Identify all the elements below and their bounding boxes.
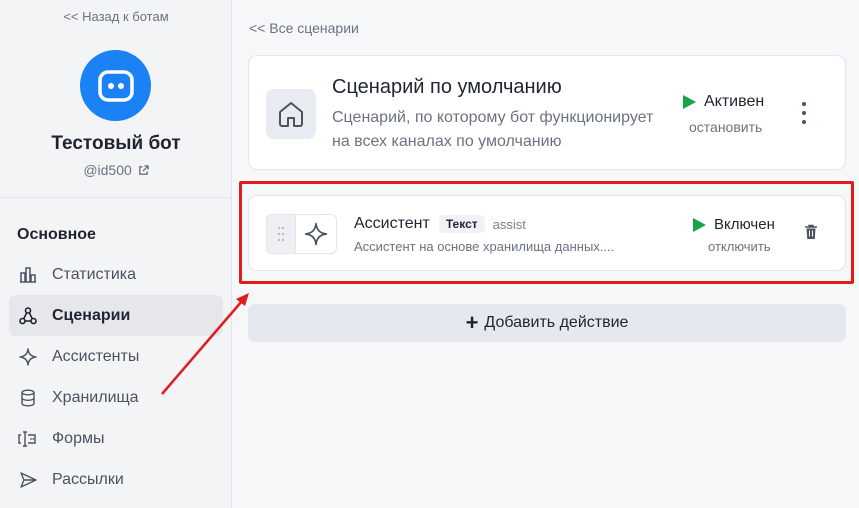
bar-chart-icon <box>18 265 38 285</box>
sitemap-icon <box>18 306 38 326</box>
sparkle-icon <box>304 222 328 246</box>
sidebar-item-label: Ассистенты <box>52 347 140 365</box>
bot-name: Тестовый бот <box>51 133 181 154</box>
sidebar: << Назад к ботам Тестовый бот @id500 Осн… <box>0 0 232 508</box>
sidebar-item-mailings[interactable]: Рассылки <box>9 459 223 500</box>
scenario-description: Сценарий, по которому бот функционирует … <box>332 109 654 150</box>
stop-link[interactable]: остановить <box>689 119 762 135</box>
sidebar-item-label: Рассылки <box>52 470 124 488</box>
default-scenario-card[interactable]: Сценарий по умолчанию Сценарий, по котор… <box>248 55 846 170</box>
external-link-icon <box>138 165 149 175</box>
back-to-scenarios-link[interactable]: << Все сценарии <box>249 20 359 36</box>
sidebar-item-forms[interactable]: Формы <box>9 418 223 459</box>
play-icon <box>683 95 696 109</box>
scenario-title: Сценарий по умолчанию <box>332 76 562 98</box>
drag-handle-icon[interactable] <box>266 214 296 254</box>
bot-id-text: @id500 <box>83 162 132 178</box>
sidebar-item-scenarios[interactable]: Сценарии <box>9 295 223 336</box>
sidebar-item-label: Формы <box>52 429 105 447</box>
sidebar-item-assistants[interactable]: Ассистенты <box>9 336 223 377</box>
section-title: Основное <box>17 226 96 243</box>
status-enabled: Включен <box>693 216 775 233</box>
sidebar-item-label: Хранилища <box>52 388 139 406</box>
bot-id-link[interactable]: @id500 <box>0 162 232 178</box>
assistant-tag: assist <box>492 216 526 232</box>
app: << Назад к ботам Тестовый бот @id500 Осн… <box>0 0 859 508</box>
home-tile <box>266 89 316 139</box>
more-options-icon[interactable] <box>797 102 811 124</box>
assistant-tile <box>295 214 337 254</box>
database-icon <box>18 388 38 408</box>
disable-link[interactable]: отключить <box>708 239 771 254</box>
status-label: Активен <box>704 93 765 110</box>
type-badge: Текст <box>438 215 485 233</box>
assistant-description: Ассистент на основе хранилища данных.... <box>354 239 615 254</box>
sidebar-item-storages[interactable]: Хранилища <box>9 377 223 418</box>
play-icon <box>693 217 706 232</box>
sidebar-nav: Статистика Сценарии Ассистенты Хранилища <box>9 254 223 500</box>
back-to-bots-link[interactable]: << Назад к ботам <box>0 9 232 24</box>
home-icon <box>279 102 303 127</box>
form-icon <box>18 429 38 449</box>
send-icon <box>18 470 38 490</box>
add-action-button[interactable]: + Добавить действие <box>248 304 846 342</box>
assistant-action-card[interactable]: Ассистент Текст assist Ассистент на осно… <box>248 195 846 271</box>
sidebar-item-label: Статистика <box>52 265 137 283</box>
add-action-label: Добавить действие <box>484 314 629 331</box>
sidebar-item-statistics[interactable]: Статистика <box>9 254 223 295</box>
status-label: Включен <box>714 216 775 233</box>
status-active: Активен <box>683 93 764 111</box>
assistant-title-row: Ассистент Текст assist <box>354 215 526 233</box>
assistant-title: Ассистент <box>354 215 430 232</box>
trash-icon[interactable] <box>804 224 818 245</box>
plus-icon: + <box>465 310 479 335</box>
sidebar-item-label: Сценарии <box>52 306 131 324</box>
bot-face-icon <box>97 69 134 102</box>
bot-avatar <box>80 50 151 121</box>
sidebar-divider <box>0 197 231 198</box>
sparkle-icon <box>18 347 38 367</box>
